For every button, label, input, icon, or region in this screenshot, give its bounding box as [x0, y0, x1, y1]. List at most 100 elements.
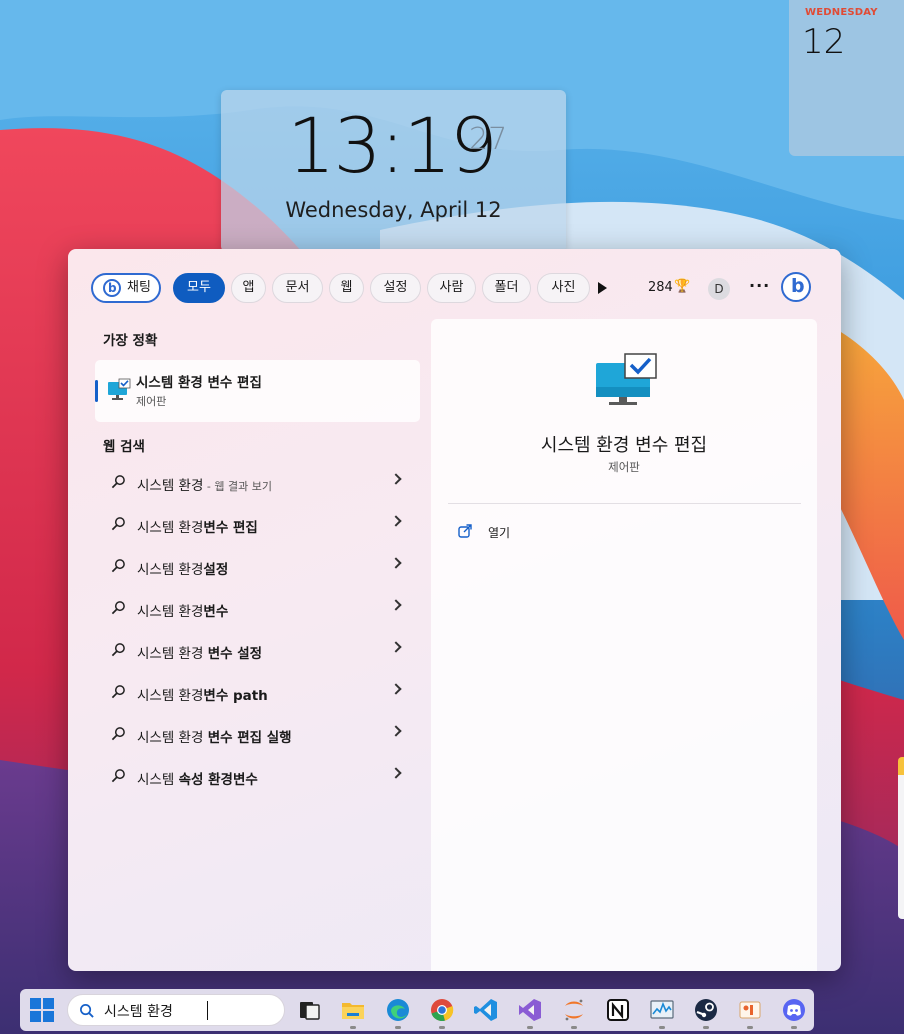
- windows-logo-icon: [30, 998, 41, 1009]
- web-result-row[interactable]: 시스템 환경 변수 편집 실행: [95, 715, 420, 757]
- open-label: 열기: [488, 526, 511, 540]
- system-properties-icon: [596, 353, 657, 405]
- resource-monitor-icon[interactable]: [649, 997, 675, 1023]
- chevron-right-icon: [390, 725, 402, 737]
- rewards-points[interactable]: 284: [648, 280, 673, 295]
- chevron-right-icon: [390, 473, 402, 485]
- paint-icon[interactable]: [737, 997, 763, 1023]
- calendar-day: 12: [802, 22, 846, 62]
- visual-studio-icon[interactable]: [517, 997, 543, 1023]
- running-indicator: [350, 1026, 356, 1029]
- filter-chat-label: 채팅: [127, 280, 151, 295]
- discord-icon[interactable]: [781, 997, 807, 1023]
- chevron-right-icon: [390, 767, 402, 779]
- selection-indicator: [95, 380, 98, 402]
- filter-bar: 채팅 모두 앱 문서 웹 설정 사람 폴더 사진 284 🏆 D ···: [68, 249, 841, 311]
- web-result-row[interactable]: 시스템 환경변수 편집: [95, 505, 420, 547]
- running-indicator: [659, 1026, 665, 1029]
- web-result-text: 시스템 속성 환경변수: [137, 772, 258, 788]
- search-icon: [111, 559, 125, 573]
- web-result-text: 시스템 환경설정: [137, 562, 229, 578]
- steam-icon[interactable]: [693, 997, 719, 1023]
- text-caret: [207, 1001, 208, 1020]
- preview-title: 시스템 환경 변수 편집: [540, 435, 708, 456]
- web-result-text: 시스템 환경변수 편집: [137, 520, 258, 536]
- running-indicator: [395, 1026, 401, 1029]
- filter-photos[interactable]: 사진: [537, 273, 590, 303]
- search-icon: [111, 601, 125, 615]
- filter-web[interactable]: 웹: [329, 273, 364, 303]
- web-result-text: 시스템 환경 변수 설정: [137, 646, 263, 662]
- clock-seconds: 27: [469, 122, 508, 157]
- vscode-icon[interactable]: [473, 997, 499, 1023]
- chevron-right-icon: [390, 683, 402, 695]
- search-icon: [111, 643, 125, 657]
- start-button[interactable]: [30, 998, 54, 1022]
- web-result-text: 시스템 환경변수 path: [137, 688, 268, 704]
- filter-settings[interactable]: 설정: [370, 273, 421, 303]
- file-explorer-icon[interactable]: [340, 997, 366, 1023]
- search-icon: [111, 475, 125, 489]
- chevron-right-icon: [390, 515, 402, 527]
- filter-documents[interactable]: 문서: [272, 273, 323, 303]
- running-indicator: [571, 1026, 577, 1029]
- best-match-item[interactable]: 시스템 환경 변수 편집 제어판: [95, 360, 420, 422]
- web-result-text: 시스템 환경변수: [137, 604, 229, 620]
- notion-icon[interactable]: [605, 997, 631, 1023]
- clock-time: 13:19: [287, 101, 498, 190]
- running-indicator: [703, 1026, 709, 1029]
- search-icon: [80, 1004, 94, 1018]
- filter-all[interactable]: 모두: [173, 273, 225, 303]
- web-result-row[interactable]: 시스템 환경변수 path: [95, 673, 420, 715]
- system-properties-icon: [108, 378, 131, 400]
- web-result-row[interactable]: 시스템 환경 변수 설정: [95, 631, 420, 673]
- more-filters-play-icon[interactable]: [598, 282, 607, 294]
- edge-icon[interactable]: [385, 997, 411, 1023]
- chevron-right-icon: [390, 557, 402, 569]
- taskbar: 시스템 환경: [20, 989, 814, 1031]
- chevron-right-icon: [390, 641, 402, 653]
- rewards-trophy-icon: 🏆: [674, 279, 691, 294]
- task-view-icon[interactable]: [296, 997, 322, 1023]
- taskbar-search-input[interactable]: 시스템 환경: [104, 1001, 173, 1021]
- search-icon: [111, 727, 125, 741]
- calendar-weekday: WEDNESDAY: [805, 7, 878, 18]
- search-panel: 채팅 모두 앱 문서 웹 설정 사람 폴더 사진 284 🏆 D ··· 가장 …: [68, 249, 841, 971]
- filter-folders[interactable]: 폴더: [482, 273, 531, 303]
- clock-date: Wednesday, April 12: [285, 198, 502, 222]
- preview-pane: 시스템 환경 변수 편집 제어판 열기: [431, 319, 817, 971]
- preview-subtitle: 제어판: [608, 460, 640, 474]
- filter-people[interactable]: 사람: [427, 273, 476, 303]
- open-external-icon: [458, 524, 472, 538]
- more-options-button[interactable]: ···: [749, 276, 770, 295]
- account-avatar[interactable]: D: [708, 278, 730, 300]
- search-icon: [111, 685, 125, 699]
- web-result-row[interactable]: 시스템 환경변수: [95, 589, 420, 631]
- web-result-text: 시스템 환경 - 웹 결과 보기: [137, 478, 272, 494]
- best-match-name: 시스템 환경 변수 편집: [136, 375, 262, 391]
- running-indicator: [439, 1026, 445, 1029]
- calendar-widget[interactable]: WEDNESDAY 12: [789, 0, 904, 156]
- web-search-heading: 웹 검색: [103, 439, 145, 455]
- jupyter-icon[interactable]: [561, 997, 587, 1023]
- bing-chat-icon: [103, 275, 121, 301]
- web-results-list: 시스템 환경 - 웹 결과 보기 시스템 환경변수 편집 시스템 환경설정 시스…: [95, 463, 420, 799]
- web-result-row[interactable]: 시스템 환경 - 웹 결과 보기: [95, 463, 420, 505]
- running-indicator: [527, 1026, 533, 1029]
- running-indicator: [747, 1026, 753, 1029]
- bing-button[interactable]: [781, 272, 811, 302]
- filter-apps[interactable]: 앱: [231, 273, 266, 303]
- web-result-row[interactable]: 시스템 환경설정: [95, 547, 420, 589]
- preview-divider: [448, 503, 801, 504]
- web-result-row[interactable]: 시스템 속성 환경변수: [95, 757, 420, 799]
- side-widget-edge[interactable]: [898, 757, 904, 919]
- running-indicator: [791, 1026, 797, 1029]
- web-result-text: 시스템 환경 변수 편집 실행: [137, 730, 292, 746]
- filter-chat[interactable]: 채팅: [91, 273, 161, 303]
- chevron-right-icon: [390, 599, 402, 611]
- best-match-heading: 가장 정확: [103, 333, 158, 349]
- clock-widget[interactable]: 13:19 27 Wednesday, April 12: [221, 90, 566, 252]
- chrome-icon[interactable]: [429, 997, 455, 1023]
- taskbar-search-box[interactable]: 시스템 환경: [67, 994, 285, 1026]
- best-match-subtitle: 제어판: [136, 395, 167, 408]
